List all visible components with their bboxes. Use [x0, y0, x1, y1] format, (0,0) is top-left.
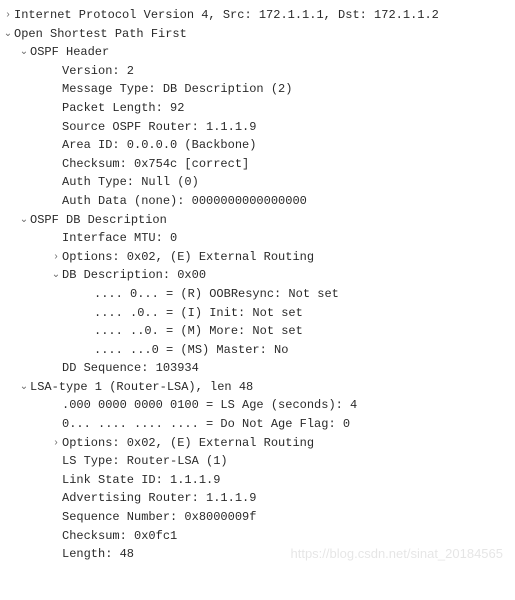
ospf-summary[interactable]: Open Shortest Path First: [2, 25, 513, 44]
dbdesc-mtu: Interface MTU: 0: [2, 229, 513, 248]
expand-icon[interactable]: [50, 435, 62, 451]
indent-spacer: [50, 119, 62, 135]
ospf-src-router: Source OSPF Router: 1.1.1.9: [2, 118, 513, 137]
ospf-checksum: Checksum: 0x754c [correct]: [2, 155, 513, 174]
collapse-icon[interactable]: [18, 44, 30, 60]
link-state-id-label: Link State ID: 1.1.1.9: [62, 473, 220, 487]
expand-icon[interactable]: [50, 249, 62, 265]
ospf-checksum-label: Checksum: 0x754c [correct]: [62, 157, 249, 171]
indent-spacer: [82, 323, 94, 339]
ospf-msg-type-label: Message Type: DB Description (2): [62, 82, 292, 96]
dbdesc-flags[interactable]: DB Description: 0x00: [2, 266, 513, 285]
indent-spacer: [50, 528, 62, 544]
indent-spacer: [50, 472, 62, 488]
indent-spacer: [82, 305, 94, 321]
ospf-src-router-label: Source OSPF Router: 1.1.1.9: [62, 120, 256, 134]
dd-sequence: DD Sequence: 103934: [2, 359, 513, 378]
collapse-icon[interactable]: [18, 379, 30, 395]
dbdesc-mtu-label: Interface MTU: 0: [62, 231, 177, 245]
ospf-summary-label: Open Shortest Path First: [14, 27, 187, 41]
ospf-dbdesc-label: OSPF DB Description: [30, 213, 167, 227]
indent-spacer: [50, 546, 62, 562]
ipv4-summary-label: Internet Protocol Version 4, Src: 172.1.…: [14, 8, 439, 22]
flag-i: .... .0.. = (I) Init: Not set: [2, 304, 513, 323]
ospf-auth-type-label: Auth Type: Null (0): [62, 175, 199, 189]
ls-type-label: LS Type: Router-LSA (1): [62, 454, 228, 468]
lsa-checksum-label: Checksum: 0x0fc1: [62, 529, 177, 543]
indent-spacer: [50, 397, 62, 413]
ospf-auth-type: Auth Type: Null (0): [2, 173, 513, 192]
dbdesc-flags-label: DB Description: 0x00: [62, 268, 206, 282]
seq-number-label: Sequence Number: 0x8000009f: [62, 510, 256, 524]
ospf-auth-data: Auth Data (none): 0000000000000000: [2, 192, 513, 211]
indent-spacer: [50, 100, 62, 116]
ospf-area-id-label: Area ID: 0.0.0.0 (Backbone): [62, 138, 256, 152]
indent-spacer: [50, 360, 62, 376]
indent-spacer: [50, 453, 62, 469]
collapse-icon[interactable]: [50, 267, 62, 283]
lsa-header[interactable]: LSA-type 1 (Router-LSA), len 48: [2, 378, 513, 397]
ospf-area-id: Area ID: 0.0.0.0 (Backbone): [2, 136, 513, 155]
indent-spacer: [82, 342, 94, 358]
lsa-options[interactable]: Options: 0x02, (E) External Routing: [2, 434, 513, 453]
indent-spacer: [50, 81, 62, 97]
lsa-length-label: Length: 48: [62, 547, 134, 561]
do-not-age-label: 0... .... .... .... = Do Not Age Flag: 0: [62, 417, 350, 431]
flag-r-label: .... 0... = (R) OOBResync: Not set: [94, 287, 339, 301]
lsa-options-label: Options: 0x02, (E) External Routing: [62, 436, 314, 450]
indent-spacer: [82, 286, 94, 302]
ospf-msg-type: Message Type: DB Description (2): [2, 80, 513, 99]
flag-m-label: .... ..0. = (M) More: Not set: [94, 324, 303, 338]
ospf-version: Version: 2: [2, 62, 513, 81]
adv-router: Advertising Router: 1.1.1.9: [2, 489, 513, 508]
indent-spacer: [50, 490, 62, 506]
do-not-age: 0... .... .... .... = Do Not Age Flag: 0: [2, 415, 513, 434]
ospf-pkt-len-label: Packet Length: 92: [62, 101, 184, 115]
flag-i-label: .... .0.. = (I) Init: Not set: [94, 306, 303, 320]
indent-spacer: [50, 174, 62, 190]
indent-spacer: [50, 509, 62, 525]
lsa-length: Length: 48: [2, 545, 513, 564]
expand-icon[interactable]: [2, 7, 14, 23]
ospf-auth-data-label: Auth Data (none): 0000000000000000: [62, 194, 307, 208]
dd-sequence-label: DD Sequence: 103934: [62, 361, 199, 375]
dbdesc-options[interactable]: Options: 0x02, (E) External Routing: [2, 248, 513, 267]
lsa-checksum: Checksum: 0x0fc1: [2, 527, 513, 546]
flag-ms: .... ...0 = (MS) Master: No: [2, 341, 513, 360]
dbdesc-options-label: Options: 0x02, (E) External Routing: [62, 250, 314, 264]
ospf-version-label: Version: 2: [62, 64, 134, 78]
ls-type: LS Type: Router-LSA (1): [2, 452, 513, 471]
ospf-header-label: OSPF Header: [30, 45, 109, 59]
indent-spacer: [50, 137, 62, 153]
flag-ms-label: .... ...0 = (MS) Master: No: [94, 343, 288, 357]
link-state-id: Link State ID: 1.1.1.9: [2, 471, 513, 490]
adv-router-label: Advertising Router: 1.1.1.9: [62, 491, 256, 505]
indent-spacer: [50, 230, 62, 246]
packet-dissection-tree: Internet Protocol Version 4, Src: 172.1.…: [2, 6, 513, 564]
flag-m: .... ..0. = (M) More: Not set: [2, 322, 513, 341]
indent-spacer: [50, 193, 62, 209]
ospf-dbdesc[interactable]: OSPF DB Description: [2, 211, 513, 230]
ospf-header[interactable]: OSPF Header: [2, 43, 513, 62]
indent-spacer: [50, 156, 62, 172]
ospf-pkt-len: Packet Length: 92: [2, 99, 513, 118]
ls-age-label: .000 0000 0000 0100 = LS Age (seconds): …: [62, 398, 357, 412]
lsa-header-label: LSA-type 1 (Router-LSA), len 48: [30, 380, 253, 394]
collapse-icon[interactable]: [18, 212, 30, 228]
indent-spacer: [50, 416, 62, 432]
ls-age: .000 0000 0000 0100 = LS Age (seconds): …: [2, 396, 513, 415]
indent-spacer: [50, 63, 62, 79]
flag-r: .... 0... = (R) OOBResync: Not set: [2, 285, 513, 304]
ipv4-summary[interactable]: Internet Protocol Version 4, Src: 172.1.…: [2, 6, 513, 25]
collapse-icon[interactable]: [2, 26, 14, 42]
seq-number: Sequence Number: 0x8000009f: [2, 508, 513, 527]
